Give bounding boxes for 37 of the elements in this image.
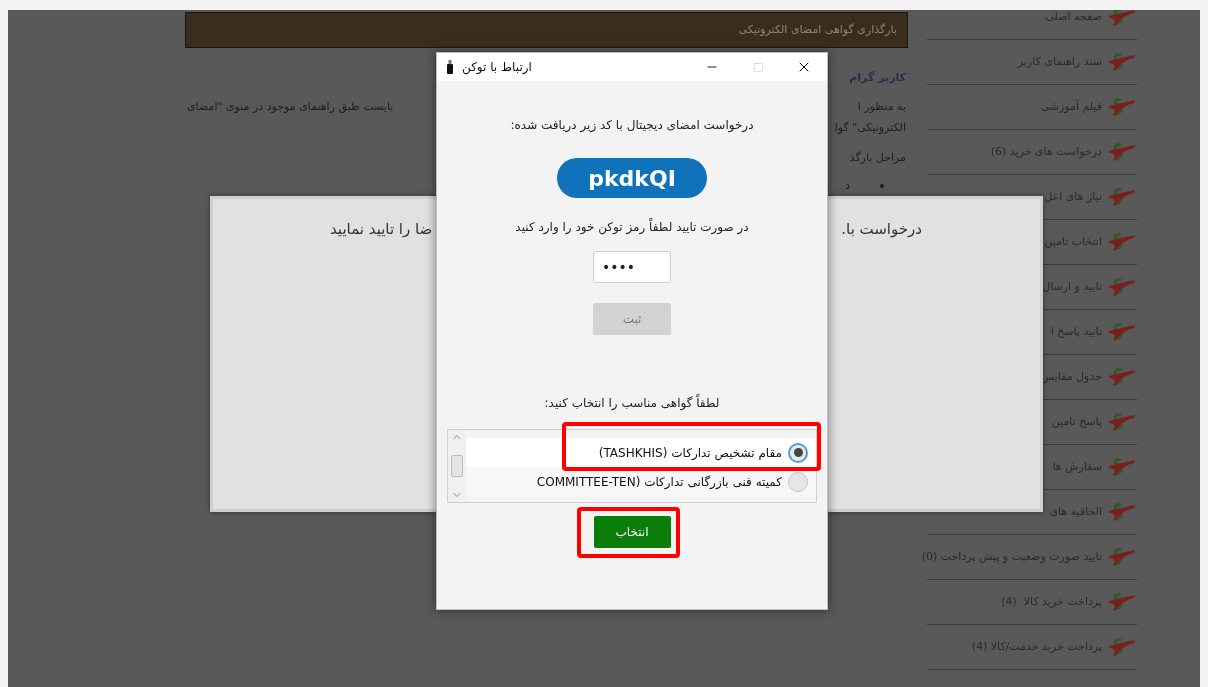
logo-icon <box>1107 456 1137 478</box>
logo-icon <box>1107 411 1137 433</box>
certificate-option[interactable]: مقام تشخیص تدارکات (TASHKHIS) <box>466 438 816 467</box>
steps-heading: مراحل بارگذ <box>848 150 907 166</box>
radio-button[interactable] <box>788 442 808 463</box>
paragraph-text: الکترونیکی" گوا <box>834 120 906 136</box>
logo-icon <box>1107 231 1137 253</box>
maximize-icon[interactable] <box>752 61 764 73</box>
notice-text: ضا را تایید نمایید <box>330 219 433 239</box>
certificate-label: لطفاً گواهی مناسب را انتخاب کنید: <box>544 395 720 411</box>
radio-button[interactable] <box>788 471 808 492</box>
logo-icon <box>1107 10 1137 28</box>
window-title: ارتباط با توکن <box>462 59 532 76</box>
request-code: pkdkQI <box>557 158 707 198</box>
logo-icon <box>1107 186 1137 208</box>
logo-icon <box>1107 276 1137 298</box>
scrollbar[interactable] <box>448 430 466 502</box>
logo-icon <box>1107 321 1137 343</box>
logo-icon <box>1107 546 1137 568</box>
logo-icon <box>1107 141 1137 163</box>
logo-icon <box>1107 96 1137 118</box>
logo-icon <box>1107 51 1137 73</box>
request-label: درخواست امضای دیجیتال با کد زیر دریافت شده: <box>510 117 754 133</box>
list-item-text: د <box>845 178 850 194</box>
logo-icon <box>1107 591 1137 613</box>
logo-icon <box>1107 501 1137 523</box>
page-header: بارگذاری گواهی امضای الکترونیکی <box>185 12 908 48</box>
pin-field[interactable]: •••• <box>593 251 671 283</box>
scrollbar-thumb[interactable] <box>451 455 463 477</box>
notice-text: .درخواست با <box>841 219 922 239</box>
select-button[interactable]: انتخاب <box>593 516 671 548</box>
pin-label: در صورت تایید لطفاً رمز توکن خود را وارد کنید <box>515 219 749 235</box>
usb-token-icon <box>447 60 453 74</box>
bullet-icon <box>880 184 884 188</box>
logo-icon <box>1107 366 1137 388</box>
logo-icon <box>1107 636 1137 658</box>
paragraph-text: بایست طبق راهنمای موجود در منوی "امضای <box>187 99 394 115</box>
